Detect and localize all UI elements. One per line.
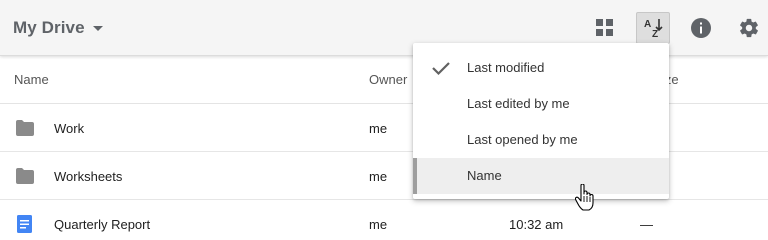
checkmark-icon bbox=[432, 62, 450, 76]
folder-icon bbox=[16, 120, 34, 136]
page-title: My Drive bbox=[13, 18, 85, 37]
file-owner: me bbox=[369, 121, 388, 136]
sort-option-last-edited-by-me[interactable]: Last edited by me bbox=[413, 86, 669, 122]
sort-option-name[interactable]: Name bbox=[413, 158, 669, 194]
caret-down-icon bbox=[92, 25, 103, 31]
info-icon[interactable] bbox=[685, 12, 717, 44]
menu-item-label: Last modified bbox=[467, 60, 545, 75]
grid-view-icon[interactable] bbox=[589, 12, 621, 44]
menu-item-label: Last edited by me bbox=[467, 96, 570, 111]
docs-icon bbox=[17, 215, 32, 233]
sort-az-icon[interactable]: A Z bbox=[636, 12, 670, 44]
menu-item-label: Last opened by me bbox=[467, 132, 578, 147]
svg-text:A: A bbox=[644, 19, 651, 30]
file-owner: me bbox=[369, 169, 388, 184]
sort-menu: Last modified Last edited by me Last ope… bbox=[413, 43, 669, 199]
file-size: — bbox=[640, 217, 653, 232]
file-owner: me bbox=[369, 217, 388, 232]
folder-icon bbox=[16, 168, 34, 184]
file-name: Worksheets bbox=[54, 169, 123, 184]
column-header-owner[interactable]: Owner bbox=[369, 72, 407, 87]
sort-option-last-opened-by-me[interactable]: Last opened by me bbox=[413, 122, 669, 158]
gear-icon[interactable] bbox=[733, 12, 765, 44]
file-name: Quarterly Report bbox=[54, 217, 151, 232]
file-last-modified: 10:32 am bbox=[509, 217, 564, 232]
table-row[interactable]: Quarterly Report me 10:32 am — bbox=[0, 200, 768, 240]
my-drive-dropdown[interactable]: My Drive bbox=[13, 15, 103, 41]
hand-cursor-icon bbox=[575, 184, 594, 211]
svg-text:Z: Z bbox=[652, 29, 658, 40]
menu-item-label: Name bbox=[467, 168, 502, 183]
column-header-name[interactable]: Name bbox=[14, 72, 49, 87]
sort-option-last-modified[interactable]: Last modified bbox=[413, 50, 669, 86]
file-name: Work bbox=[54, 121, 85, 136]
